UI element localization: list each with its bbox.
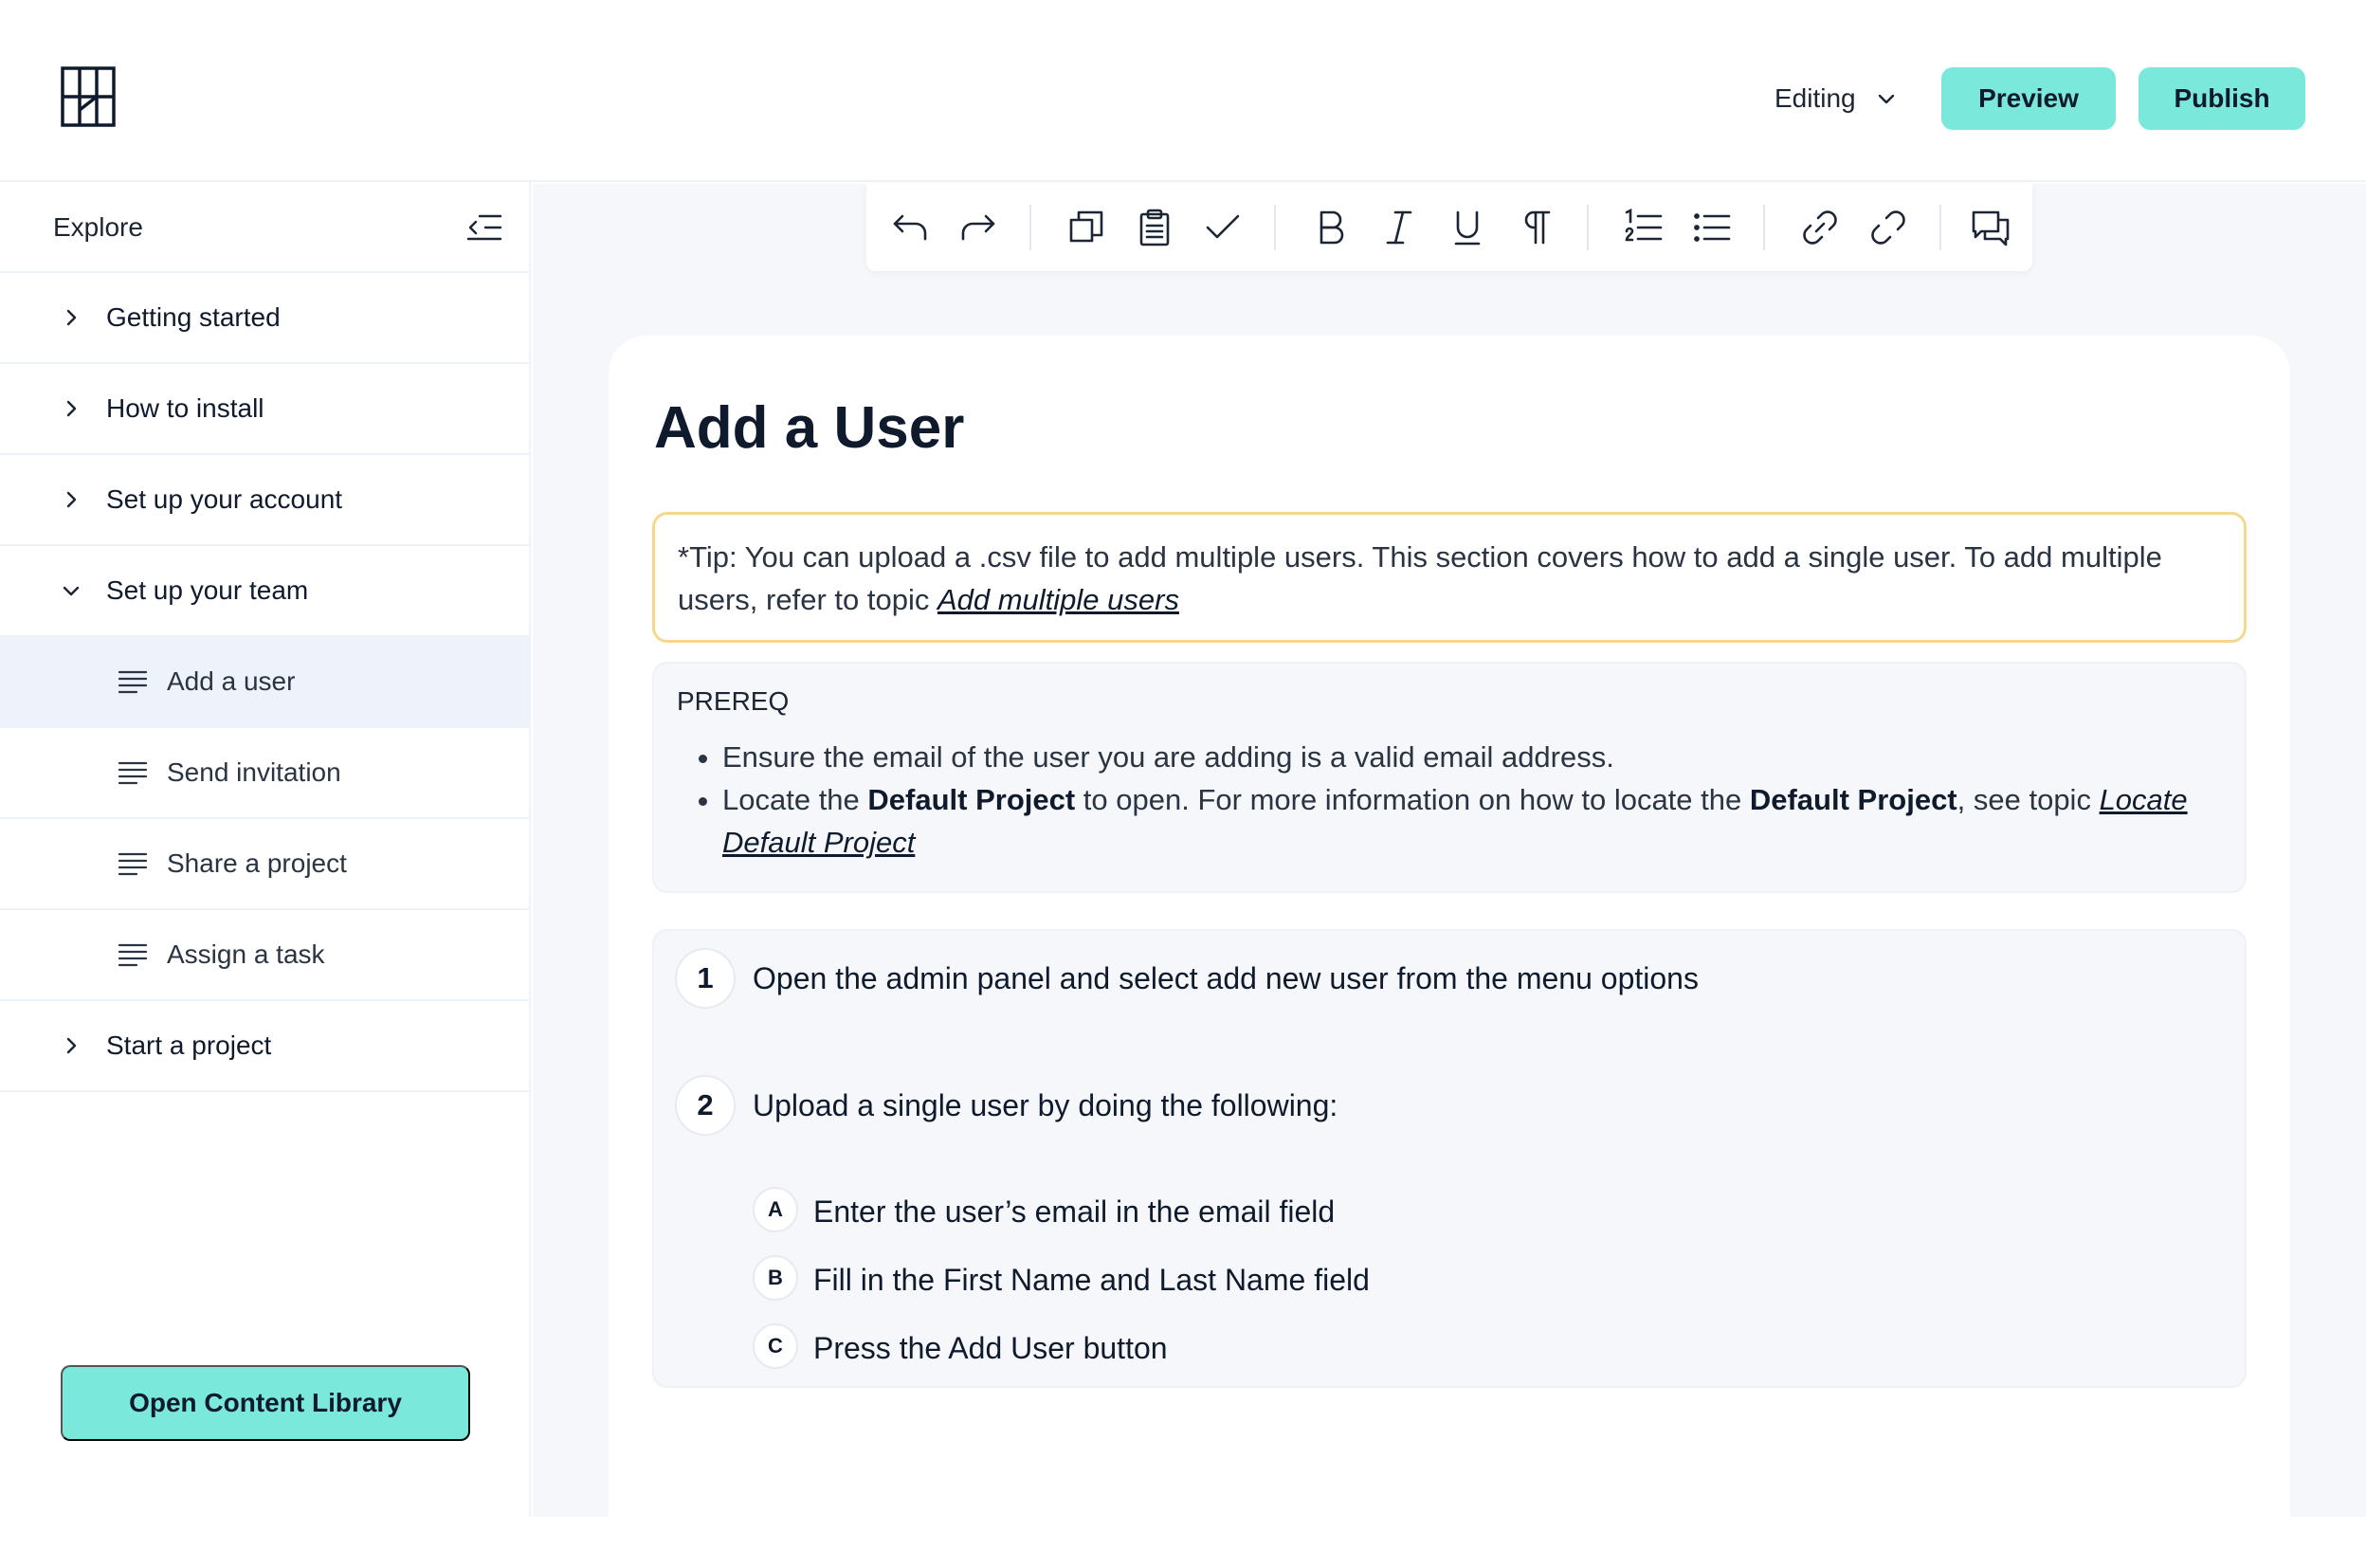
- sidebar-item-how-to-install[interactable]: How to install: [0, 364, 529, 455]
- sidebar-item-getting-started[interactable]: Getting started: [0, 273, 529, 364]
- prereq-box[interactable]: PREREQ Ensure the email of the user you …: [652, 662, 2247, 893]
- unlink-icon[interactable]: [1867, 207, 1909, 248]
- steps-box[interactable]: 1 Open the admin panel and select add ne…: [652, 929, 2247, 1388]
- step-text: Upload a single user by doing the follow…: [753, 1088, 1338, 1122]
- document-card: Add a User *Tip: You can upload a .csv f…: [609, 336, 2290, 1568]
- toolbar-divider: [1763, 205, 1765, 250]
- step-number-badge: 2: [675, 1075, 736, 1136]
- sidebar-item-label: Share a project: [167, 848, 347, 878]
- prereq-bold: Default Project: [1749, 783, 1957, 816]
- chevron-right-icon: [61, 307, 82, 328]
- sidebar-item-set-up-account[interactable]: Set up your account: [0, 455, 529, 546]
- prereq-text: to open. For more information on how to …: [1075, 783, 1750, 816]
- chevron-down-icon: [61, 580, 82, 601]
- substep-text: Fill in the First Name and Last Name fie…: [813, 1263, 1370, 1297]
- tip-callout[interactable]: *Tip: You can upload a .csv file to add …: [652, 512, 2247, 643]
- prereq-item: Locate the Default Project to open. For …: [722, 778, 2222, 864]
- toolbar-divider: [1939, 205, 1941, 250]
- prereq-heading: PREREQ: [677, 686, 790, 716]
- redo-icon[interactable]: [957, 207, 999, 248]
- step-number-badge: 1: [675, 948, 736, 1009]
- toolbar-divider: [1029, 205, 1031, 250]
- substep-letter-badge: C: [753, 1323, 798, 1369]
- add-multiple-users-link[interactable]: Add multiple users: [937, 583, 1179, 616]
- mode-label: Editing: [1774, 83, 1856, 113]
- comment-icon[interactable]: [1970, 207, 2011, 248]
- editor-area: Add a User *Tip: You can upload a .csv f…: [533, 184, 2366, 1568]
- prereq-text: , see topic: [1956, 783, 2100, 816]
- sidebar-item-add-user[interactable]: Add a user: [0, 637, 529, 728]
- publish-button[interactable]: Publish: [2138, 67, 2305, 130]
- sidebar-item-label: Set up your team: [106, 575, 309, 605]
- mode-dropdown[interactable]: Editing: [1774, 76, 1898, 121]
- sidebar-item-share-project[interactable]: Share a project: [0, 819, 529, 910]
- chevron-right-icon: [61, 489, 82, 510]
- preview-button[interactable]: Preview: [1941, 67, 2116, 130]
- sidebar-item-label: Set up your account: [106, 484, 343, 514]
- bullet-list-icon[interactable]: [1691, 207, 1733, 248]
- chevron-down-icon: [1875, 87, 1898, 110]
- document-lines-icon: [118, 851, 148, 876]
- page-title[interactable]: Add a User: [654, 394, 964, 462]
- sidebar-item-assign-task[interactable]: Assign a task: [0, 910, 529, 1001]
- sidebar-item-start-project[interactable]: Start a project: [0, 1001, 529, 1092]
- prereq-text: Locate the: [722, 783, 868, 816]
- paragraph-icon[interactable]: [1515, 207, 1556, 248]
- step-text: Open the admin panel and select add new …: [753, 961, 1699, 995]
- open-content-library-button[interactable]: Open Content Library: [61, 1365, 470, 1441]
- substep-text: Press the Add User button: [813, 1331, 1168, 1365]
- formatting-toolbar: [866, 184, 2032, 271]
- sidebar: Explore Getting started How to install S…: [0, 182, 531, 1517]
- collapse-sidebar-icon[interactable]: [464, 210, 502, 245]
- document-lines-icon: [118, 760, 148, 785]
- bold-icon[interactable]: [1310, 207, 1352, 248]
- app-logo-icon[interactable]: [61, 66, 116, 127]
- underline-icon[interactable]: [1447, 207, 1488, 248]
- sidebar-item-set-up-team[interactable]: Set up your team: [0, 546, 529, 637]
- copy-icon[interactable]: [1065, 207, 1107, 248]
- sidebar-title: Explore: [53, 212, 143, 242]
- undo-icon[interactable]: [889, 207, 931, 248]
- sidebar-header: Explore: [0, 182, 529, 273]
- top-header: Editing Preview Publish: [0, 0, 2366, 182]
- numbered-list-icon[interactable]: [1623, 207, 1665, 248]
- sidebar-item-label: Start a project: [106, 1030, 272, 1060]
- substep-text: Enter the user’s email in the email fiel…: [813, 1194, 1336, 1229]
- substep-letter-badge: B: [753, 1255, 798, 1301]
- tip-text: *Tip: You can upload a .csv file to add …: [678, 540, 2162, 616]
- sidebar-item-label: Assign a task: [167, 939, 325, 969]
- italic-icon[interactable]: [1378, 207, 1420, 248]
- prereq-bold: Default Project: [867, 783, 1076, 816]
- prereq-item: Ensure the email of the user you are add…: [722, 736, 2222, 778]
- sidebar-item-send-invitation[interactable]: Send invitation: [0, 728, 529, 819]
- sidebar-item-label: How to install: [106, 393, 264, 423]
- check-icon[interactable]: [1202, 207, 1244, 248]
- toolbar-divider: [1587, 205, 1589, 250]
- document-lines-icon: [118, 669, 148, 694]
- clipboard-icon[interactable]: [1134, 207, 1175, 248]
- toolbar-divider: [1274, 205, 1276, 250]
- substep-letter-badge: A: [753, 1187, 798, 1232]
- sidebar-item-label: Send invitation: [167, 757, 341, 787]
- chevron-right-icon: [61, 1035, 82, 1056]
- chevron-right-icon: [61, 398, 82, 419]
- link-icon[interactable]: [1799, 207, 1841, 248]
- prereq-list: Ensure the email of the user you are add…: [677, 736, 2222, 864]
- sidebar-item-label: Getting started: [106, 302, 281, 332]
- document-lines-icon: [118, 942, 148, 967]
- sidebar-item-label: Add a user: [167, 666, 296, 696]
